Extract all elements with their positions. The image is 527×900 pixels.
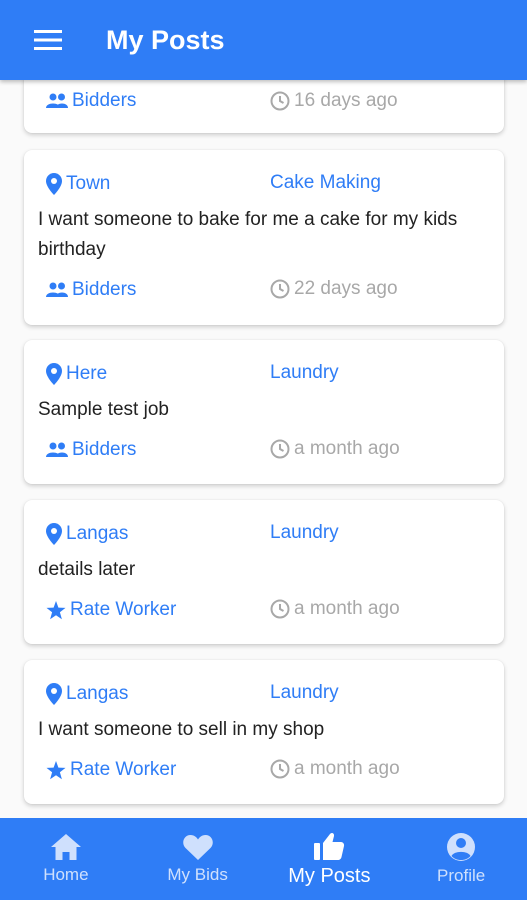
location-label: Here bbox=[66, 363, 108, 384]
bidders-label: Bidders bbox=[72, 90, 137, 111]
post-time: 16 days ago bbox=[270, 90, 398, 112]
post-card: Bidders 16 days ago bbox=[24, 80, 504, 133]
rate-worker-label: Rate Worker bbox=[70, 759, 177, 780]
location-label: Langas bbox=[66, 683, 129, 704]
rate-worker-label: Rate Worker bbox=[70, 599, 177, 620]
category-label: Laundry bbox=[270, 682, 339, 703]
post-time: a month ago bbox=[270, 598, 400, 620]
nav-item-profile[interactable]: Profile bbox=[395, 818, 527, 900]
category-label: Cake Making bbox=[270, 172, 381, 193]
nav-label-my-bids: My Bids bbox=[167, 865, 228, 884]
location-label: Langas bbox=[66, 523, 129, 544]
post-time: a month ago bbox=[270, 438, 400, 460]
post-location: Langas bbox=[46, 523, 128, 545]
location-pin-icon bbox=[46, 363, 62, 385]
location-pin-icon bbox=[46, 173, 62, 195]
menu-button[interactable] bbox=[20, 12, 76, 68]
clock-icon bbox=[270, 759, 290, 779]
post-time: a month ago bbox=[270, 758, 400, 780]
location-pin-icon bbox=[46, 683, 62, 705]
time-label: 22 days ago bbox=[294, 278, 398, 299]
post-category: Laundry bbox=[270, 682, 339, 704]
post-category: Cake Making bbox=[270, 172, 381, 194]
bidders-button[interactable]: Bidders bbox=[46, 439, 136, 461]
group-icon bbox=[46, 93, 68, 109]
posts-list[interactable]: Bidders 16 days ago Town Cake Making I w… bbox=[0, 80, 527, 818]
thumb-up-icon bbox=[314, 832, 345, 860]
bidders-button[interactable]: Bidders bbox=[46, 279, 136, 301]
time-label: 16 days ago bbox=[294, 90, 398, 111]
group-icon bbox=[46, 282, 68, 298]
heart-icon bbox=[182, 835, 213, 860]
post-time: 22 days ago bbox=[270, 278, 398, 300]
nav-item-my-bids[interactable]: My Bids bbox=[132, 818, 264, 900]
category-label: Laundry bbox=[270, 362, 339, 383]
nav-label-profile: Profile bbox=[437, 866, 486, 885]
time-label: a month ago bbox=[294, 758, 400, 779]
post-location: Here bbox=[46, 363, 107, 385]
post-category: Laundry bbox=[270, 362, 339, 384]
clock-icon bbox=[270, 279, 290, 299]
clock-icon bbox=[270, 91, 290, 111]
nav-label-home: Home bbox=[43, 865, 89, 884]
home-icon bbox=[50, 834, 81, 860]
bidders-label: Bidders bbox=[72, 279, 137, 300]
category-label: Laundry bbox=[270, 522, 339, 543]
post-location: Town bbox=[46, 173, 110, 195]
location-pin-icon bbox=[46, 523, 62, 545]
post-card[interactable]: Town Cake Making I want someone to bake … bbox=[24, 150, 504, 325]
post-category: Laundry bbox=[270, 522, 339, 544]
post-card[interactable]: Langas Laundry I want someone to sell in… bbox=[24, 660, 504, 804]
nav-item-home[interactable]: Home bbox=[0, 818, 132, 900]
post-location: Langas bbox=[46, 683, 128, 705]
menu-icon bbox=[34, 30, 62, 50]
nav-item-my-posts[interactable]: My Posts bbox=[264, 818, 396, 900]
clock-icon bbox=[270, 439, 290, 459]
bidders-label: Bidders bbox=[72, 439, 137, 460]
app-bar: My Posts bbox=[0, 0, 527, 80]
post-card[interactable]: Here Laundry Sample test job Bidders a m… bbox=[24, 340, 504, 484]
nav-label-my-posts: My Posts bbox=[288, 864, 371, 887]
clock-icon bbox=[270, 599, 290, 619]
post-description: I want someone to bake for me a cake for… bbox=[38, 209, 458, 260]
post-description: I want someone to sell in my shop bbox=[38, 719, 325, 740]
location-label: Town bbox=[66, 173, 111, 194]
time-label: a month ago bbox=[294, 438, 400, 459]
account-circle-icon bbox=[447, 833, 476, 861]
post-description: details later bbox=[38, 559, 136, 580]
post-description: Sample test job bbox=[38, 399, 169, 420]
page-title: My Posts bbox=[106, 24, 225, 55]
post-card[interactable]: Langas Laundry details later Rate Worker… bbox=[24, 500, 504, 644]
rate-worker-button[interactable]: Rate Worker bbox=[46, 599, 176, 621]
star-icon bbox=[46, 760, 66, 780]
bottom-navigation: Home My Bids My Posts Profile bbox=[0, 818, 527, 900]
group-icon bbox=[46, 442, 68, 458]
time-label: a month ago bbox=[294, 598, 400, 619]
rate-worker-button[interactable]: Rate Worker bbox=[46, 759, 176, 781]
star-icon bbox=[46, 600, 66, 620]
bidders-button[interactable]: Bidders bbox=[46, 90, 136, 112]
